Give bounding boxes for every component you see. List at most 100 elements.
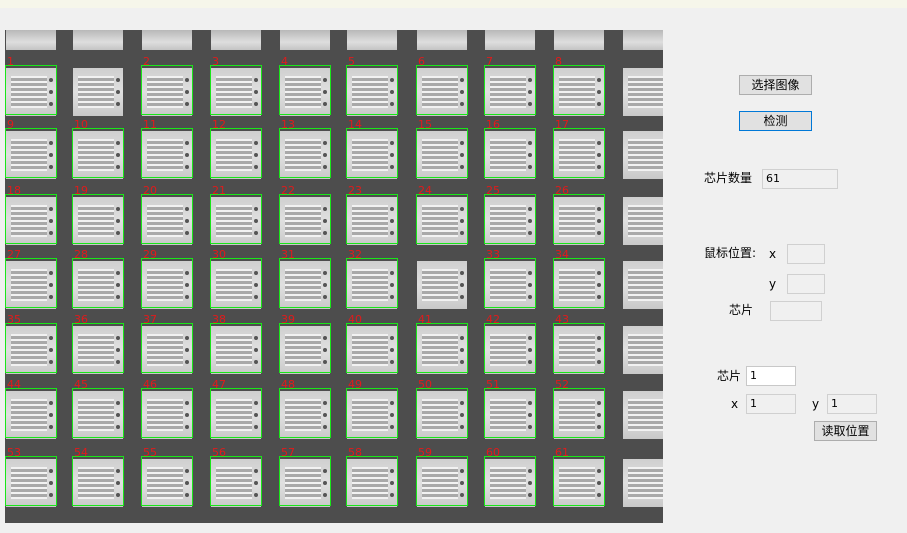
detection-label: 11 [143, 118, 157, 131]
chip-count-field[interactable]: 61 [762, 169, 838, 189]
detection-box [5, 65, 57, 115]
detection-box [5, 456, 57, 506]
detection-label: 60 [486, 446, 500, 459]
detection-label: 25 [486, 184, 500, 197]
detection-box [5, 258, 57, 308]
detection-label: 42 [486, 313, 500, 326]
detection-label: 1 [7, 55, 14, 68]
detection-label: 35 [7, 313, 21, 326]
detection-box [553, 323, 605, 373]
chip-count-label: 芯片数量 [704, 171, 753, 185]
detection-label: 46 [143, 378, 157, 391]
detection-box [416, 65, 468, 115]
detection-label: 51 [486, 378, 500, 391]
detection-label: 18 [7, 184, 21, 197]
detection-box [484, 323, 536, 373]
chip [623, 391, 663, 439]
chip-partial [211, 30, 261, 50]
detection-label: 9 [7, 118, 14, 131]
detection-label: 28 [74, 248, 88, 261]
detection-box [484, 456, 536, 506]
read-x-field[interactable]: 1 [746, 394, 796, 414]
detection-label: 44 [7, 378, 21, 391]
mouse-y-field[interactable] [787, 274, 825, 294]
detection-label: 3 [212, 55, 219, 68]
detection-box [72, 128, 124, 178]
detection-label: 45 [74, 378, 88, 391]
detection-box [210, 323, 262, 373]
chip-partial [623, 30, 663, 50]
detection-label: 39 [281, 313, 295, 326]
detection-label: 43 [555, 313, 569, 326]
detection-label: 6 [418, 55, 425, 68]
detection-label: 22 [281, 184, 295, 197]
chip [73, 68, 123, 116]
detection-box [210, 258, 262, 308]
detection-label: 58 [348, 446, 362, 459]
mouse-chip-field[interactable] [770, 301, 822, 321]
detection-label: 23 [348, 184, 362, 197]
detection-box [141, 258, 193, 308]
detection-box [210, 128, 262, 178]
query-chip-label: 芯片 [717, 369, 742, 383]
detection-label: 50 [418, 378, 432, 391]
detection-label: 54 [74, 446, 88, 459]
read-y-field[interactable]: 1 [827, 394, 877, 414]
detection-label: 29 [143, 248, 157, 261]
detection-box [346, 194, 398, 244]
detection-label: 30 [212, 248, 226, 261]
detection-label: 5 [348, 55, 355, 68]
detection-box [553, 388, 605, 438]
detection-box [484, 194, 536, 244]
detection-label: 53 [7, 446, 21, 459]
detection-label: 10 [74, 118, 88, 131]
detection-box [484, 258, 536, 308]
detection-label: 19 [74, 184, 88, 197]
read-position-button[interactable]: 读取位置 [814, 421, 877, 441]
detection-box [553, 258, 605, 308]
detection-label: 49 [348, 378, 362, 391]
detection-label: 8 [555, 55, 562, 68]
chip-partial [485, 30, 535, 50]
detection-label: 31 [281, 248, 295, 261]
detection-box [5, 388, 57, 438]
mouse-y-label: y [769, 277, 777, 291]
detect-button[interactable]: 检测 [739, 111, 812, 131]
detection-label: 16 [486, 118, 500, 131]
detection-box [72, 194, 124, 244]
detection-box [72, 456, 124, 506]
mouse-position-label: 鼠标位置: [704, 246, 757, 260]
chip [623, 459, 663, 507]
detection-box [5, 194, 57, 244]
chip-partial [554, 30, 604, 50]
chip [623, 326, 663, 374]
detection-label: 33 [486, 248, 500, 261]
detection-box [279, 194, 331, 244]
detection-box [141, 194, 193, 244]
detection-label: 26 [555, 184, 569, 197]
detection-box [210, 194, 262, 244]
mouse-x-field[interactable] [787, 244, 825, 264]
chip-partial [280, 30, 330, 50]
detection-box [484, 128, 536, 178]
detection-label: 57 [281, 446, 295, 459]
detection-box [72, 258, 124, 308]
query-chip-input[interactable]: 1 [746, 366, 796, 386]
detection-label: 17 [555, 118, 569, 131]
detection-box [141, 65, 193, 115]
chip-image-view[interactable]: 1 2 3 4 5 6 7 8 9 10 11 12 13 14 15 16 17 18 19 20 21 22 23 24 2… [5, 30, 663, 523]
detection-box [346, 388, 398, 438]
detection-label: 15 [418, 118, 432, 131]
chip [417, 261, 467, 309]
detection-box [5, 323, 57, 373]
detection-box [279, 323, 331, 373]
detection-label: 20 [143, 184, 157, 197]
detection-label: 24 [418, 184, 432, 197]
chip-partial [347, 30, 397, 50]
chip-partial [6, 30, 56, 50]
detection-label: 32 [348, 248, 362, 261]
detection-box [416, 456, 468, 506]
detection-box [141, 388, 193, 438]
select-image-button[interactable]: 选择图像 [739, 75, 812, 95]
chip [623, 131, 663, 179]
